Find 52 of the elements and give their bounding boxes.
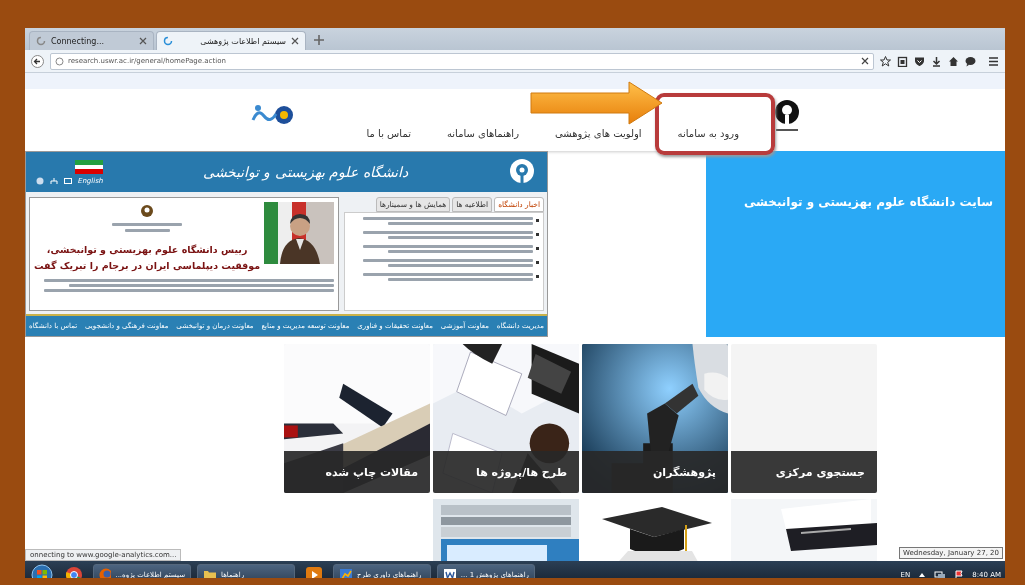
category-tile[interactable]: جستجوی مرکزی [731,344,877,493]
close-icon[interactable] [139,37,147,45]
browser-tab[interactable]: Connecting... [29,31,154,50]
nav-link[interactable]: راهنماهای سامانه [446,128,519,139]
word-icon [443,568,457,578]
nav-link[interactable]: ورود به سامانه [677,128,739,139]
back-icon[interactable] [31,54,44,68]
menu-icon[interactable] [988,55,999,67]
tile-label[interactable]: طرح ها/پروژه ها [433,451,579,493]
rss-icon[interactable] [36,176,44,185]
nav-link[interactable]: اولویت های پژوهشی [555,128,642,139]
tile-label[interactable]: مقالات چاپ شده [284,451,430,493]
bullet-icon [536,261,539,264]
home-icon[interactable] [948,55,959,67]
network-icon[interactable] [934,570,947,578]
bullet-icon [536,219,539,222]
flag-icon [75,159,104,174]
bullet-icon [536,247,539,250]
category-tile[interactable]: طرح ها/پروژه ها [433,344,579,493]
browser-tab[interactable]: سیستم اطلاعات پژوهشی [156,31,306,50]
mail-icon[interactable] [64,176,72,185]
nav-link[interactable]: تماس با ما [366,128,411,139]
folder-icon [203,568,217,578]
info-panel: سایت دانشگاه علوم بهزیستی و توانبخشی [706,151,1005,337]
clear-icon[interactable] [861,57,869,65]
close-icon[interactable] [291,37,299,45]
new-tab-icon[interactable] [312,33,326,47]
category-tile[interactable]: پژوهشگران [582,344,728,493]
star-icon[interactable] [880,55,891,67]
category-tile[interactable]: مقالات چاپ شده [284,344,430,493]
flag-icon[interactable] [954,570,965,578]
spinner-icon [163,36,173,46]
headline: رییس دانشگاه علوم بهزیستی و توانبخشی، [46,244,248,257]
shield-icon[interactable] [914,55,925,67]
headline: موفقیت دیپلماسی ایران در برجام را تبریک گفت [34,259,261,273]
tile-label[interactable]: پژوهشگران [582,451,728,493]
download-icon[interactable] [931,55,942,67]
chat-icon[interactable] [965,55,976,67]
globe-icon [55,56,64,66]
loading-icon [36,36,46,46]
bullet-icon [536,275,539,278]
blurred-text [124,229,170,232]
university-logo-icon [139,204,156,220]
clipboard-icon[interactable] [897,55,908,67]
caret-icon[interactable] [918,571,927,578]
chart-icon [339,568,353,578]
firefox-icon [99,568,112,578]
banner-title: دانشگاه علوم بهزیستی و توانبخشی [201,164,409,180]
blurred-text [112,223,183,226]
tile-label[interactable]: جستجوی مرکزی [731,451,877,493]
sitemap-icon[interactable] [50,176,58,185]
bullet-icon [536,233,539,236]
